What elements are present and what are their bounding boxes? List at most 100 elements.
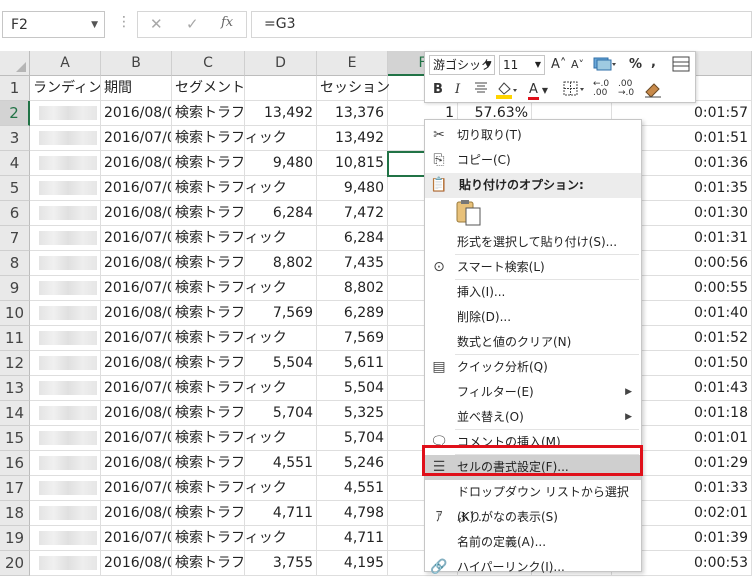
cell-b16[interactable]: 2016/08/0 [101,451,172,476]
menu-item-4[interactable]: ⊙ スマート検索(L) [425,255,641,280]
bold-button[interactable]: B [433,80,443,100]
cell-e12[interactable]: 5,611 [317,351,388,376]
cell-e13[interactable]: 5,504 [317,376,388,401]
font-color-button[interactable]: A ▼ [528,80,548,100]
cell-b20[interactable]: 2016/08/0 [101,551,172,576]
cell-b4[interactable]: 2016/08/0 [101,151,172,176]
cell-d9[interactable] [245,276,317,301]
cell-e16[interactable]: 5,246 [317,451,388,476]
menu-item-15[interactable]: 名前の定義(A)... [425,530,641,555]
cell-d17[interactable] [245,476,317,501]
cell-e1[interactable]: セッション [317,76,390,101]
column-header-c[interactable]: C [172,51,245,76]
fill-color-icon[interactable] [495,80,517,100]
cell-c12[interactable]: 検索トラフ [172,351,245,376]
row-header[interactable]: 2 [0,101,30,126]
cell-e6[interactable]: 7,472 [317,201,388,226]
row-header[interactable]: 16 [0,451,30,476]
cell-a5[interactable] [30,176,101,201]
cell-a14[interactable] [30,401,101,426]
cell-c7[interactable]: 検索トラフィック [172,226,287,251]
cell-c5[interactable]: 検索トラフィック [172,176,287,201]
cell-a10[interactable] [30,301,101,326]
cell-a7[interactable] [30,226,101,251]
cell-c8[interactable]: 検索トラフ [172,251,245,276]
cell-c1[interactable]: セグメント [172,76,245,101]
shrink-font-button[interactable]: A˅ [571,55,584,75]
menu-item-8[interactable]: ▤ クイック分析(Q) [425,355,641,380]
cell-d3[interactable] [245,126,317,151]
cell-c2[interactable]: 検索トラフ [172,101,245,126]
accounting-format-icon[interactable] [593,55,617,75]
menu-item-5[interactable]: 挿入(I)... [425,280,641,305]
cell-e5[interactable]: 9,480 [317,176,388,201]
cell-e10[interactable]: 6,289 [317,301,388,326]
column-header-a[interactable]: A [30,51,101,76]
cell-a9[interactable] [30,276,101,301]
cell-a19[interactable] [30,526,101,551]
cell-d8[interactable]: 8,802 [245,251,317,276]
chevron-down-icon[interactable]: ▼ [91,20,98,30]
cell-b15[interactable]: 2016/07/0 [101,426,172,451]
cell-b12[interactable]: 2016/08/0 [101,351,172,376]
cell-d20[interactable]: 3,755 [245,551,317,576]
cell-c13[interactable]: 検索トラフィック [172,376,287,401]
row-header[interactable]: 3 [0,126,30,151]
cell-e14[interactable]: 5,325 [317,401,388,426]
cell-b6[interactable]: 2016/08/0 [101,201,172,226]
row-header[interactable]: 6 [0,201,30,226]
cell-a6[interactable] [30,201,101,226]
select-all-corner[interactable] [0,51,30,76]
cell-e4[interactable]: 10,815 [317,151,388,176]
increase-decimal-icon[interactable]: ←.0.00 [593,80,609,100]
italic-button[interactable]: I [455,80,460,100]
cell-c11[interactable]: 検索トラフィック [172,326,287,351]
cell-e9[interactable]: 8,802 [317,276,388,301]
row-header[interactable]: 12 [0,351,30,376]
cell-d6[interactable]: 6,284 [245,201,317,226]
row-header[interactable]: 13 [0,376,30,401]
cell-a11[interactable] [30,326,101,351]
menu-item-6[interactable]: 削除(D)... [425,305,641,330]
cell-d10[interactable]: 7,569 [245,301,317,326]
menu-item-13[interactable]: ドロップダウン リストから選択(K)... [425,480,641,524]
cell-d4[interactable]: 9,480 [245,151,317,176]
cell-c15[interactable]: 検索トラフィック [172,426,287,451]
cell-b11[interactable]: 2016/07/0 [101,326,172,351]
row-header[interactable]: 9 [0,276,30,301]
cell-c4[interactable]: 検索トラフ [172,151,245,176]
cell-a2[interactable] [30,101,101,126]
row-header[interactable]: 7 [0,226,30,251]
cell-b2[interactable]: 2016/08/0 [101,101,172,126]
cell-c16[interactable]: 検索トラフ [172,451,245,476]
font-name-box[interactable]: 游ゴシック ▼ [429,55,495,75]
cell-d15[interactable] [245,426,317,451]
cell-d14[interactable]: 5,704 [245,401,317,426]
cell-b5[interactable]: 2016/07/0 [101,176,172,201]
cell-d19[interactable] [245,526,317,551]
cell-c10[interactable]: 検索トラフ [172,301,245,326]
row-header[interactable]: 18 [0,501,30,526]
cell-b14[interactable]: 2016/08/0 [101,401,172,426]
column-header-e[interactable]: E [317,51,388,76]
cell-e3[interactable]: 13,492 [317,126,388,151]
format-painter-grid-icon[interactable] [672,55,690,75]
cell-a12[interactable] [30,351,101,376]
cell-a13[interactable] [30,376,101,401]
comma-style-button[interactable]: , [651,53,656,73]
formula-input[interactable]: =G3 [251,11,752,38]
cell-a8[interactable] [30,251,101,276]
cell-e18[interactable]: 4,798 [317,501,388,526]
percent-style-button[interactable]: % [629,55,642,75]
cell-b19[interactable]: 2016/07/0 [101,526,172,551]
cell-e17[interactable]: 4,551 [317,476,388,501]
cell-b3[interactable]: 2016/07/0 [101,126,172,151]
row-header[interactable]: 8 [0,251,30,276]
column-header-b[interactable]: B [101,51,172,76]
cell-a20[interactable] [30,551,101,576]
cell-c14[interactable]: 検索トラフ [172,401,245,426]
cell-d1[interactable] [245,76,317,101]
cell-b7[interactable]: 2016/07/0 [101,226,172,251]
enter-icon[interactable]: ✓ [186,15,199,33]
chevron-down-icon[interactable]: ▼ [535,56,541,74]
